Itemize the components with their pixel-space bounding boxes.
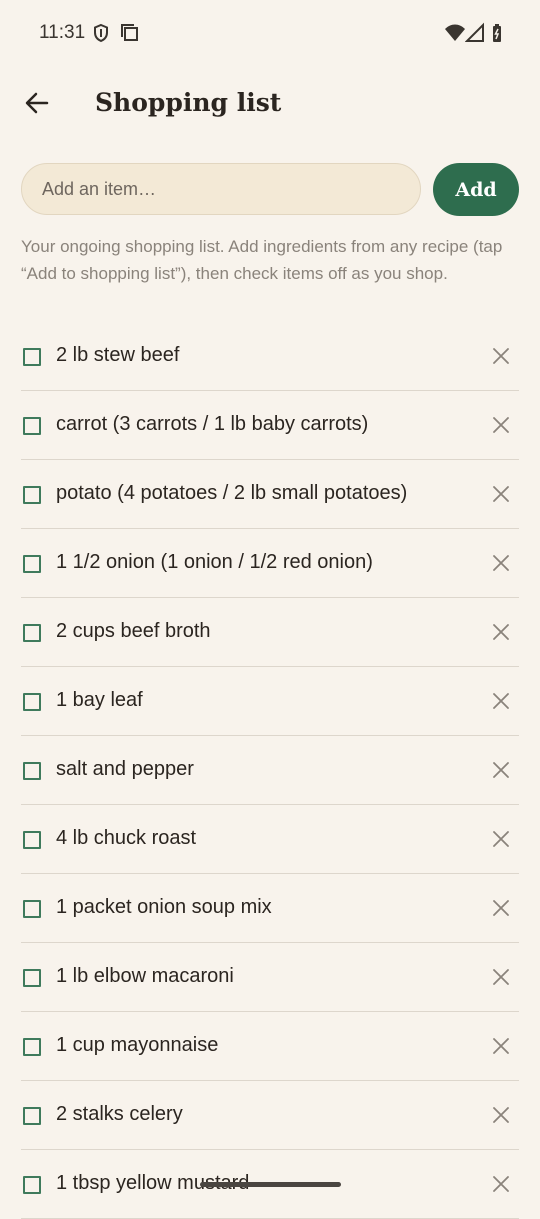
- list-item[interactable]: 1 cup mayonnaise: [21, 1012, 519, 1081]
- item-label: potato (4 potatoes / 2 lb small potatoes…: [56, 482, 408, 504]
- list-item[interactable]: 1 lb elbow macaroni: [21, 943, 519, 1012]
- close-icon[interactable]: [491, 760, 511, 780]
- item-label: 1 1/2 onion (1 onion / 1/2 red onion): [56, 551, 373, 573]
- item-label: 1 packet onion soup mix: [56, 896, 272, 918]
- item-checkbox[interactable]: [23, 348, 41, 366]
- status-time: 11:31: [39, 22, 86, 43]
- helper-text: Your ongoing shopping list. Add ingredie…: [21, 237, 503, 283]
- arrow-left-icon: [24, 90, 50, 121]
- wifi-icon: [444, 22, 466, 44]
- close-icon[interactable]: [491, 553, 511, 573]
- close-icon[interactable]: [491, 1036, 511, 1056]
- list-item[interactable]: 1 packet onion soup mix: [21, 874, 519, 943]
- add-button[interactable]: Add: [433, 163, 519, 216]
- list-item[interactable]: 1 1/2 onion (1 onion / 1/2 red onion): [21, 529, 519, 598]
- close-icon[interactable]: [491, 967, 511, 987]
- close-icon[interactable]: [491, 829, 511, 849]
- close-icon[interactable]: [491, 346, 511, 366]
- list-item[interactable]: 1 bay leaf: [21, 667, 519, 736]
- item-checkbox[interactable]: [23, 1107, 41, 1125]
- close-icon[interactable]: [491, 1105, 511, 1125]
- item-checkbox[interactable]: [23, 417, 41, 435]
- list-item[interactable]: 2 lb stew beef: [21, 322, 519, 391]
- item-checkbox[interactable]: [23, 762, 41, 780]
- list-item[interactable]: 2 cups beef broth: [21, 598, 519, 667]
- battery-icon: [488, 22, 510, 44]
- close-icon[interactable]: [491, 622, 511, 642]
- close-icon[interactable]: [491, 691, 511, 711]
- close-icon[interactable]: [491, 898, 511, 918]
- item-checkbox[interactable]: [23, 1176, 41, 1194]
- close-icon[interactable]: [491, 484, 511, 504]
- close-icon[interactable]: [491, 415, 511, 435]
- add-item-input[interactable]: [21, 163, 421, 215]
- list-item[interactable]: salt and pepper: [21, 736, 519, 805]
- item-label: 2 cups beef broth: [56, 620, 211, 642]
- item-label: 2 lb stew beef: [56, 344, 180, 366]
- item-checkbox[interactable]: [23, 486, 41, 504]
- list-item[interactable]: carrot (3 carrots / 1 lb baby carrots): [21, 391, 519, 460]
- home-indicator[interactable]: [200, 1182, 341, 1187]
- back-button[interactable]: [14, 82, 60, 128]
- status-bar: 11:31: [0, 0, 540, 68]
- item-checkbox[interactable]: [23, 1038, 41, 1056]
- item-label: 2 stalks celery: [56, 1103, 183, 1125]
- item-label: 1 bay leaf: [56, 689, 143, 711]
- list-item[interactable]: potato (4 potatoes / 2 lb small potatoes…: [21, 460, 519, 529]
- shopping-list: 2 lb stew beef carrot (3 carrots / 1 lb b…: [21, 322, 519, 1219]
- page-title: Shopping list: [95, 88, 282, 117]
- item-checkbox[interactable]: [23, 900, 41, 918]
- item-label: carrot (3 carrots / 1 lb baby carrots): [56, 413, 369, 435]
- item-label: 4 lb chuck roast: [56, 827, 197, 849]
- screen-copy-icon: [119, 22, 141, 44]
- item-checkbox[interactable]: [23, 969, 41, 987]
- item-label: 1 lb elbow macaroni: [56, 965, 234, 987]
- item-checkbox[interactable]: [23, 555, 41, 573]
- signal-icon: [464, 22, 487, 44]
- list-item[interactable]: 4 lb chuck roast: [21, 805, 519, 874]
- item-checkbox[interactable]: [23, 693, 41, 711]
- close-icon[interactable]: [491, 1174, 511, 1194]
- item-checkbox[interactable]: [23, 831, 41, 849]
- item-label: 1 cup mayonnaise: [56, 1034, 219, 1056]
- list-item[interactable]: 2 stalks celery: [21, 1081, 519, 1150]
- shield-icon: [90, 22, 112, 44]
- item-checkbox[interactable]: [23, 624, 41, 642]
- item-label: salt and pepper: [56, 758, 194, 780]
